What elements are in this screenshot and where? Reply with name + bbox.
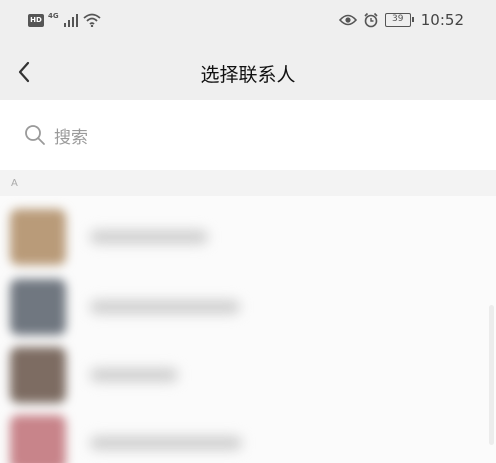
network-type: 4G	[48, 12, 59, 20]
search-icon	[25, 125, 45, 145]
contact-name-redacted	[90, 230, 208, 244]
status-right: 39 10:52	[338, 11, 464, 29]
search-input[interactable]: 搜索	[24, 118, 472, 152]
status-bar: HD 4G 39 10:52	[0, 0, 496, 44]
section-letter: A	[11, 178, 18, 189]
search-section: 搜索	[0, 100, 496, 170]
eye-icon	[338, 14, 357, 26]
contact-name-redacted	[90, 368, 178, 382]
avatar	[10, 279, 66, 335]
avatar	[10, 209, 66, 265]
app-header: 选择联系人	[0, 44, 496, 100]
battery-indicator: 39	[384, 13, 414, 27]
contact-name-redacted	[90, 436, 242, 450]
alarm-icon	[364, 12, 378, 28]
contact-item[interactable]	[0, 338, 496, 408]
contact-item[interactable]	[0, 200, 496, 270]
scrollbar[interactable]	[489, 305, 494, 445]
signal-icon	[63, 14, 78, 27]
contact-name-redacted	[90, 300, 240, 314]
page-title: 选择联系人	[200, 64, 296, 86]
section-header: A	[0, 170, 496, 196]
wifi-icon	[83, 13, 101, 27]
avatar	[10, 415, 66, 463]
contact-item[interactable]	[0, 406, 496, 463]
search-placeholder: 搜索	[54, 127, 88, 148]
status-time: 10:52	[420, 11, 464, 29]
status-left: HD 4G	[28, 12, 101, 27]
contact-list	[0, 196, 496, 463]
avatar	[10, 347, 66, 403]
contact-item[interactable]	[0, 270, 496, 340]
hd-badge: HD	[28, 13, 44, 27]
